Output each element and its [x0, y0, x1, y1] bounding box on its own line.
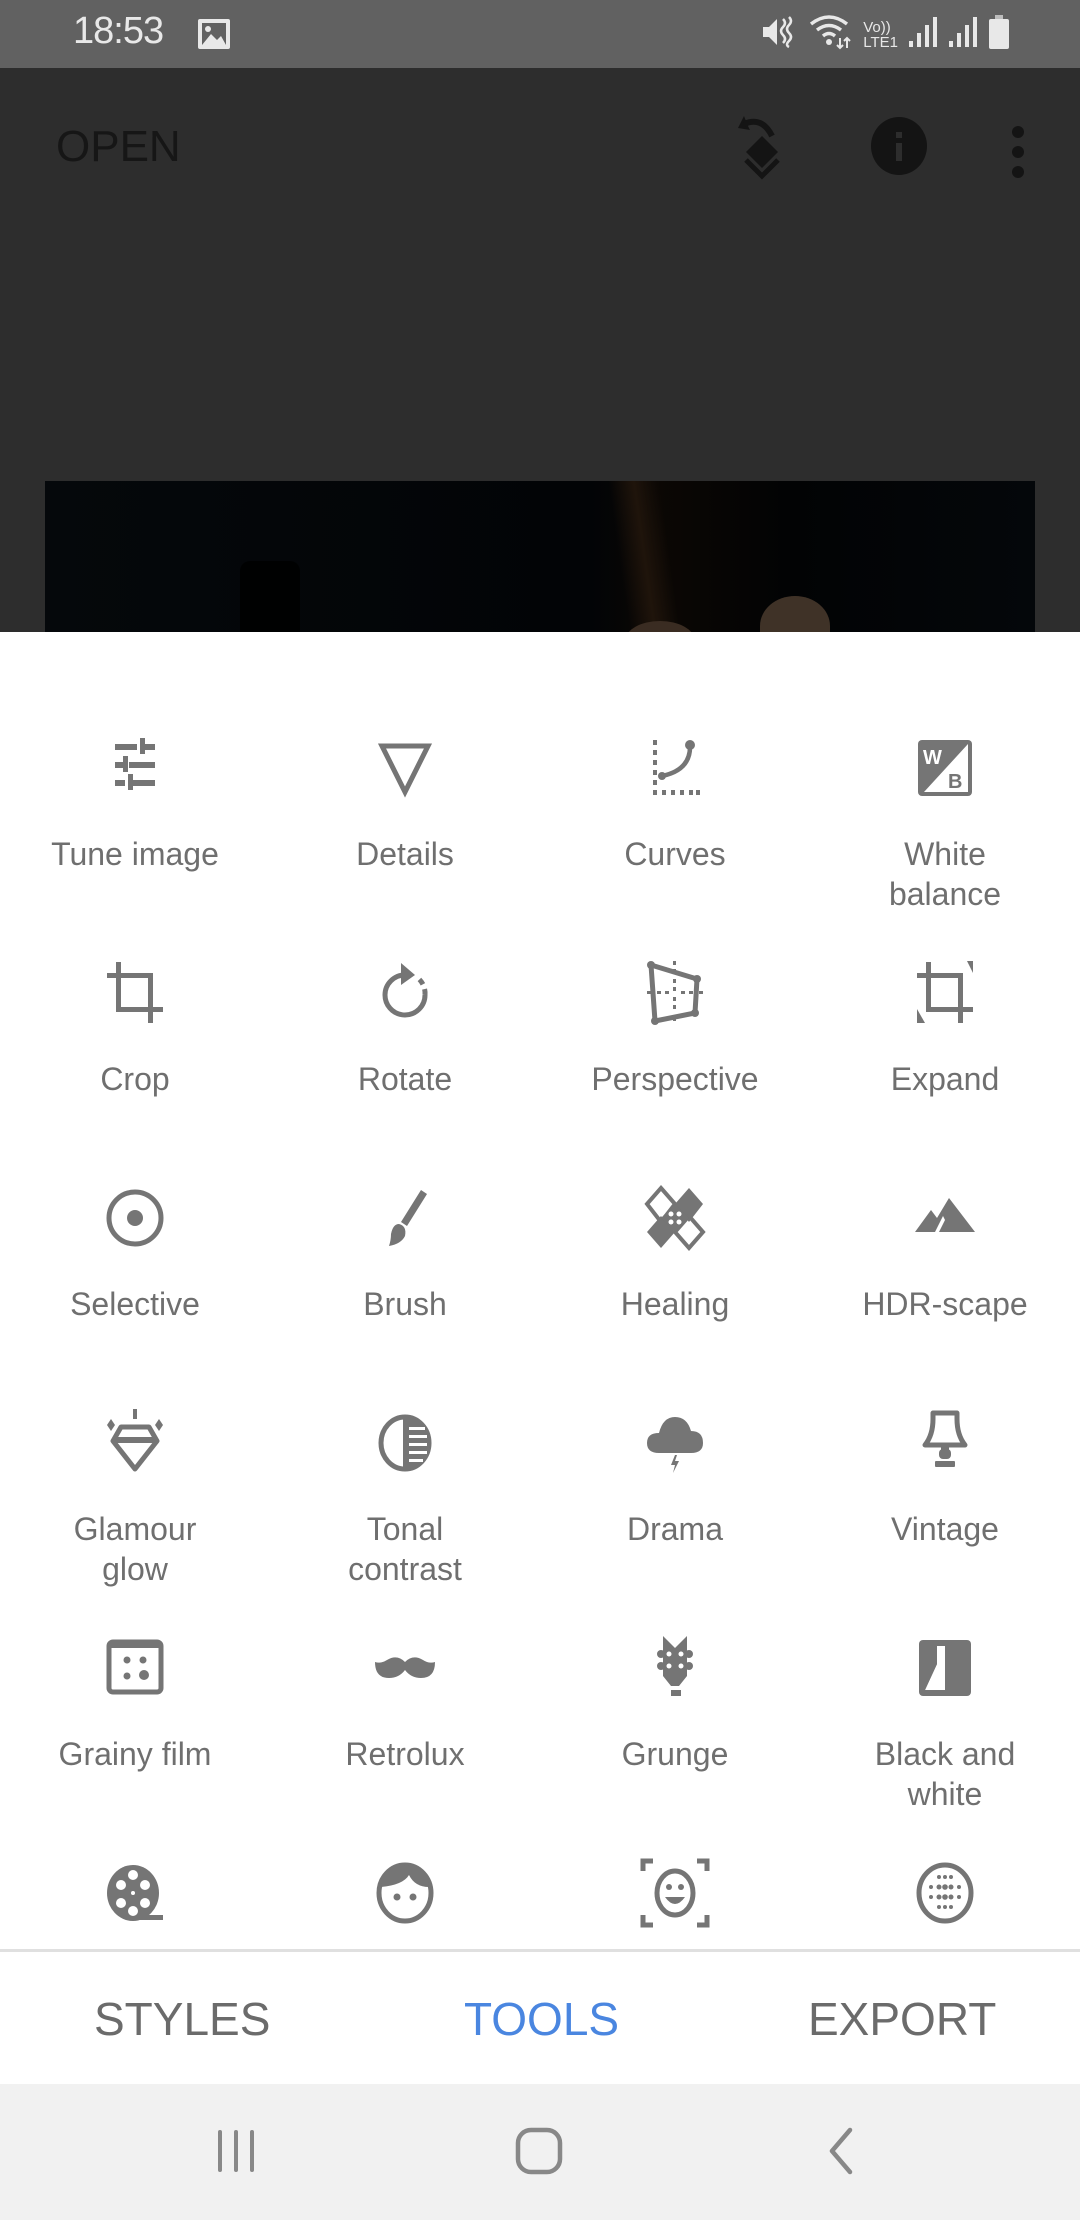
- tool-drama[interactable]: Drama: [540, 1407, 810, 1549]
- tools-sheet: Tune image Details Curves WB White balan…: [0, 632, 1080, 1952]
- brush-icon: [389, 1190, 427, 1246]
- black-white-icon: [919, 1640, 971, 1696]
- tool-label: Glamour glow: [73, 1511, 197, 1587]
- crop-icon: [107, 962, 163, 1023]
- tool-crop[interactable]: Crop: [0, 957, 270, 1099]
- guitar-head-icon: [657, 1636, 693, 1696]
- tool-grainy-film[interactable]: Grainy film: [0, 1632, 270, 1774]
- tune-icon: [115, 738, 155, 790]
- tool-selective[interactable]: Selective: [0, 1182, 270, 1324]
- tool-grunge[interactable]: Grunge: [540, 1632, 810, 1774]
- tool-details[interactable]: Details: [270, 732, 540, 874]
- tool-rotate[interactable]: Rotate: [270, 957, 540, 1099]
- back-icon[interactable]: [820, 2126, 860, 2181]
- tool-label: Tune image: [51, 836, 219, 872]
- signal-icon: [908, 15, 938, 54]
- tool-healing[interactable]: Healing: [540, 1182, 810, 1324]
- status-time: 18:53: [73, 10, 164, 52]
- lamp-icon: [922, 1410, 968, 1467]
- tool-label: Curves: [624, 836, 726, 872]
- tool-label: Selective: [70, 1286, 200, 1322]
- tool-retrolux[interactable]: Retrolux: [270, 1632, 540, 1774]
- tool-label: Details: [356, 836, 454, 872]
- tab-export[interactable]: EXPORT: [808, 1992, 996, 2046]
- tool-label: Black and white: [874, 1736, 1016, 1812]
- more-vert-icon[interactable]: [1008, 124, 1028, 185]
- tab-styles[interactable]: STYLES: [94, 1992, 270, 2046]
- tool-face-detect[interactable]: [540, 1857, 810, 1952]
- tool-label: Crop: [100, 1061, 170, 1097]
- tool-hdr-scape[interactable]: HDR-scape: [810, 1182, 1080, 1324]
- editor-area-dimmed: OPEN: [0, 68, 1080, 632]
- mustache-icon: [375, 1657, 435, 1678]
- tool-tonal-contrast[interactable]: Tonal contrast: [270, 1407, 540, 1589]
- tool-label: Grunge: [621, 1736, 729, 1772]
- tool-label: Healing: [620, 1286, 730, 1322]
- status-icons: Vo)) LTE1: [761, 14, 1010, 55]
- signal-icon: [948, 15, 978, 54]
- tool-vintage[interactable]: Vintage: [810, 1407, 1080, 1549]
- tool-perspective[interactable]: Perspective: [540, 957, 810, 1099]
- tool-label: Perspective: [591, 1061, 759, 1097]
- tool-film-reel[interactable]: [0, 1857, 270, 1952]
- volte-lte-icon: Vo)) LTE1: [863, 18, 898, 51]
- face-icon: [376, 1862, 434, 1924]
- wifi-icon: [809, 14, 853, 55]
- details-triangle-icon: [377, 743, 433, 798]
- tool-expand[interactable]: Expand: [810, 957, 1080, 1099]
- tool-label: Retrolux: [345, 1736, 465, 1772]
- tool-label: Rotate: [357, 1061, 453, 1097]
- film-reel-icon: [107, 1865, 163, 1921]
- svg-text:B: B: [948, 771, 962, 793]
- healing-bandage-icon: [644, 1184, 706, 1252]
- tool-glamour-glow[interactable]: Glamour glow: [0, 1407, 270, 1589]
- tool-white-balance[interactable]: WB White balance: [810, 732, 1080, 914]
- photo-preview: [45, 481, 1035, 632]
- tool-dotted-circle[interactable]: [810, 1857, 1080, 1952]
- info-icon[interactable]: [870, 116, 928, 181]
- face-detect-icon: [640, 1858, 710, 1928]
- tool-label: Expand: [890, 1061, 1000, 1097]
- storm-cloud-icon: [647, 1417, 703, 1473]
- diamond-icon: [107, 1409, 163, 1472]
- selective-icon: [106, 1189, 164, 1247]
- tool-label: Tonal contrast: [348, 1511, 462, 1587]
- tool-face[interactable]: [270, 1857, 540, 1952]
- dotted-circle-icon: [916, 1862, 974, 1924]
- tonal-contrast-icon: [378, 1414, 432, 1472]
- battery-icon: [988, 14, 1010, 55]
- tool-brush[interactable]: Brush: [270, 1182, 540, 1324]
- open-button[interactable]: OPEN: [56, 122, 181, 172]
- svg-text:W: W: [923, 747, 942, 769]
- tab-tools[interactable]: TOOLS: [464, 1992, 619, 2046]
- tool-label: Grainy film: [58, 1736, 212, 1772]
- rotate-icon: [382, 963, 428, 1018]
- bottom-tabs: STYLES TOOLS EXPORT: [0, 1952, 1080, 2084]
- home-icon[interactable]: [514, 2126, 564, 2181]
- expand-icon: [917, 961, 973, 1023]
- tool-label: HDR-scape: [862, 1286, 1028, 1322]
- tool-label: Brush: [363, 1286, 447, 1322]
- tool-tune-image[interactable]: Tune image: [0, 732, 270, 874]
- tool-label: Vintage: [891, 1511, 999, 1547]
- image-icon: [197, 18, 231, 55]
- tool-curves[interactable]: Curves: [540, 732, 810, 874]
- undo-layers-icon[interactable]: [734, 116, 790, 185]
- mute-vibrate-icon: [761, 15, 799, 54]
- tool-black-and-white[interactable]: Black and white: [810, 1632, 1080, 1814]
- system-nav-bar: [0, 2084, 1080, 2220]
- curves-icon: [653, 740, 700, 795]
- perspective-icon: [647, 961, 703, 1025]
- white-balance-icon: WB: [918, 740, 972, 796]
- mountain-icon: [915, 1198, 975, 1232]
- grain-icon: [106, 1639, 164, 1695]
- status-bar: 18:53 Vo)) LTE1: [0, 0, 1080, 68]
- tool-label: White balance: [888, 836, 1002, 912]
- recent-apps-icon[interactable]: [212, 2126, 260, 2181]
- tool-label: Drama: [626, 1511, 723, 1547]
